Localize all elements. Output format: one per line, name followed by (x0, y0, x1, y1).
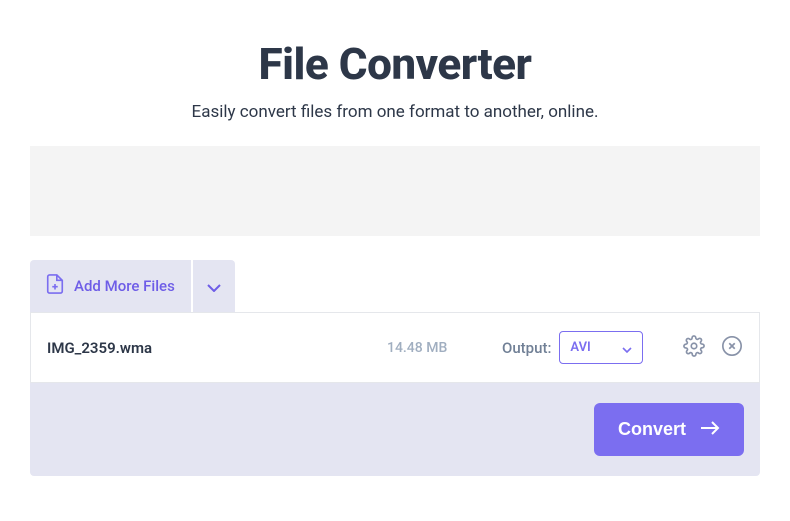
gear-icon (683, 335, 705, 361)
chevron-down-icon (622, 338, 632, 357)
arrow-right-icon (700, 419, 720, 440)
add-more-files-label: Add More Files (74, 277, 175, 295)
remove-file-button[interactable] (721, 335, 743, 361)
file-name: IMG_2359.wma (47, 339, 387, 357)
chevron-down-icon (207, 277, 221, 296)
close-icon (721, 335, 743, 361)
file-row: IMG_2359.wma 14.48 MB Output: AVI (30, 312, 760, 383)
convert-label: Convert (618, 419, 686, 440)
file-size: 14.48 MB (387, 340, 477, 356)
ad-banner (30, 146, 760, 236)
settings-button[interactable] (683, 335, 705, 361)
converter-area: Add More Files IMG_2359.wma 14.48 MB Out… (30, 260, 760, 476)
page-title: File Converter (0, 38, 790, 90)
file-add-icon (46, 274, 64, 298)
convert-button[interactable]: Convert (594, 403, 744, 456)
add-more-files-button[interactable]: Add More Files (30, 260, 191, 312)
page-subtitle: Easily convert files from one format to … (0, 102, 790, 122)
output-format-select[interactable]: AVI (559, 331, 643, 364)
output-format-value: AVI (570, 340, 590, 355)
output-label: Output: (502, 339, 551, 357)
add-source-dropdown-button[interactable] (191, 260, 235, 312)
